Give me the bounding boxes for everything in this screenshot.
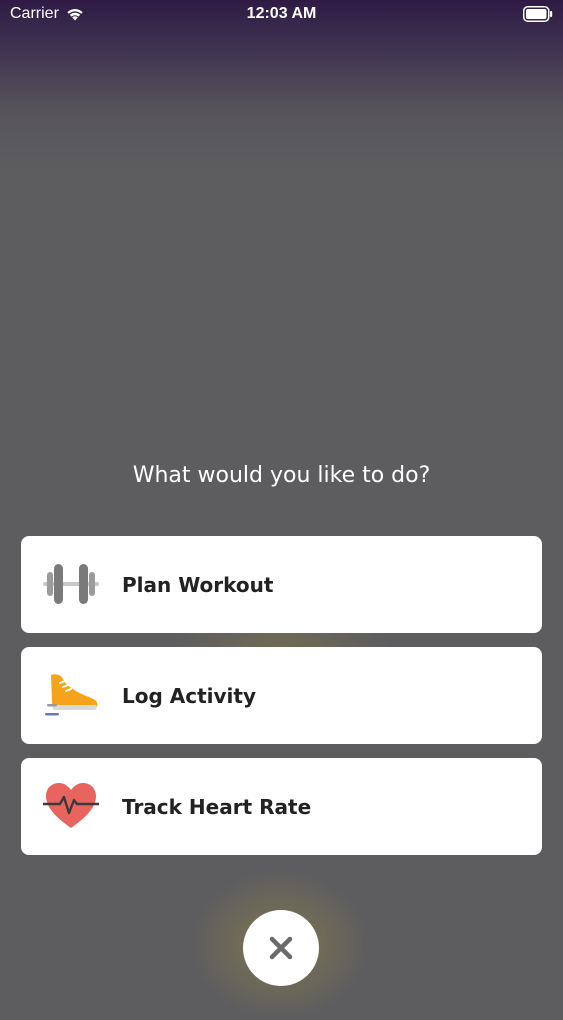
option-label: Track Heart Rate	[122, 794, 312, 819]
close-button[interactable]	[243, 910, 319, 986]
status-bar: Carrier 12:03 AM	[0, 0, 563, 30]
close-icon	[269, 936, 293, 960]
dumbbell-icon	[43, 564, 99, 604]
option-label: Log Activity	[122, 683, 257, 708]
status-time: 12:03 AM	[246, 5, 317, 22]
page-title: What would you like to do?	[132, 463, 431, 488]
plan-workout-button[interactable]: Plan Workout	[21, 536, 542, 633]
battery-icon	[523, 6, 553, 22]
option-label: Plan Workout	[122, 572, 274, 597]
sneaker-icon	[45, 674, 98, 716]
track-heart-rate-button[interactable]: Track Heart Rate	[21, 758, 542, 855]
log-activity-button[interactable]: Log Activity	[21, 647, 542, 744]
heart-rate-icon	[43, 783, 99, 828]
